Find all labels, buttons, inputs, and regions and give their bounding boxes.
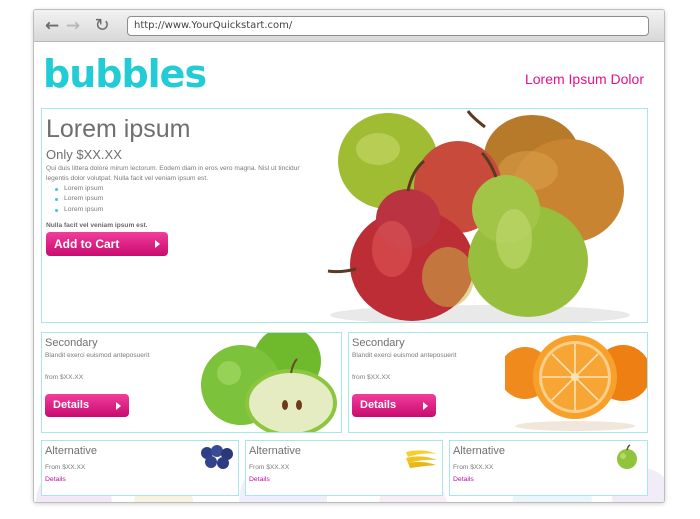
back-arrow-icon[interactable]: ← [42,16,62,36]
hero-bullet-list: Lorem ipsum Lorem ipsum Lorem ipsum [46,184,103,215]
play-arrow-icon [116,402,121,410]
oranges-image [505,333,647,432]
details-button[interactable]: Details [352,394,436,417]
alternative-panel: Alternative From $XX.XX Details [41,440,239,496]
secondary-price: from $XX.XX [352,374,391,381]
hero-note: Nulla facit vel veniam ipsum est. [46,222,148,229]
blueberries-thumb [200,444,235,470]
secondary-subtitle: Blandit exerci euismod anteposuerit [352,352,457,359]
hero-description: Qui duis littera dolore mirum lectorum. … [46,165,303,182]
secondary-title: Secondary [352,337,405,349]
address-bar[interactable]: http://www.YourQuickstart.com/ [127,16,649,36]
web-page: bubbles Lorem Ipsum Dolor Lorem ipsum On… [34,43,664,502]
play-arrow-icon [423,402,428,410]
list-item: Lorem ipsum [46,205,103,215]
forward-arrow-icon[interactable]: → [63,16,83,36]
reload-icon[interactable]: ↻ [92,16,112,36]
alternative-price: From $XX.XX [249,464,290,471]
bubbles-logo[interactable]: bubbles [43,52,207,96]
play-arrow-icon [155,240,160,248]
hero-panel: Lorem ipsum Only $XX.XX Qui duis littera… [41,108,648,323]
browser-window: ← → ↻ http://www.YourQuickstart.com/ bub… [33,9,665,503]
details-link[interactable]: Details [45,476,66,483]
alternative-panel: Alternative From $XX.XX Details [449,440,648,496]
pears-image [300,109,647,322]
hero-title: Lorem ipsum [46,115,191,143]
details-button[interactable]: Details [45,394,129,417]
secondary-panel: Secondary Blandit exerci euismod antepos… [41,332,342,433]
secondary-panel: Secondary Blandit exerci euismod antepos… [348,332,648,433]
browser-toolbar: ← → ↻ http://www.YourQuickstart.com/ [34,10,664,42]
list-item: Lorem ipsum [46,194,103,204]
alternative-title: Alternative [249,445,301,457]
hero-price: Only $XX.XX [46,147,122,162]
alternative-title: Alternative [453,445,505,457]
details-label: Details [53,399,90,411]
apple-thumb [609,444,644,470]
secondary-title: Secondary [45,337,98,349]
details-link[interactable]: Details [453,476,474,483]
add-to-cart-button[interactable]: Add to Cart [46,232,168,256]
bananas-thumb [404,444,439,470]
alternative-title: Alternative [45,445,97,457]
green-apples-image [199,333,341,432]
alternative-price: From $XX.XX [453,464,494,471]
alternative-panel: Alternative From $XX.XX Details [245,440,443,496]
secondary-subtitle: Blandit exerci euismod anteposuerit [45,352,150,359]
header-tagline: Lorem Ipsum Dolor [524,71,644,87]
alternative-price: From $XX.XX [45,464,86,471]
details-label: Details [360,399,397,411]
secondary-price: from $XX.XX [45,374,84,381]
details-link[interactable]: Details [249,476,270,483]
list-item: Lorem ipsum [46,184,103,194]
add-to-cart-label: Add to Cart [54,237,120,251]
